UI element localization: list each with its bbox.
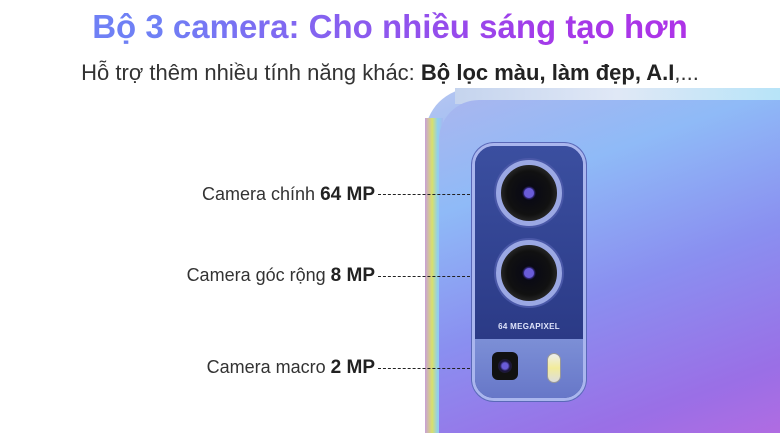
label-value: 64 MP	[320, 184, 375, 205]
main-camera-lens-icon	[496, 160, 562, 226]
label-text: Camera chính	[202, 184, 321, 204]
subtitle-suffix: ,...	[674, 60, 699, 85]
pointer-line	[378, 276, 470, 277]
megapixel-badge: 64 MEGAPIXEL	[498, 322, 560, 331]
label-value: 8 MP	[330, 265, 375, 286]
pointer-line	[378, 368, 470, 369]
headline: Bộ 3 camera: Cho nhiều sáng tạo hơn	[0, 8, 780, 46]
label-text: Camera góc rộng	[186, 265, 331, 285]
label-value: 2 MP	[330, 357, 375, 378]
subtitle-prefix: Hỗ trợ thêm nhiều tính năng khác:	[81, 60, 421, 85]
camera-module: 64 MEGAPIXEL	[472, 143, 586, 401]
subtitle-bold: Bộ lọc màu, làm đẹp, A.I	[420, 60, 675, 85]
macro-camera-lens-icon	[492, 352, 518, 380]
label-macro-camera: Camera macro 2 MP	[207, 357, 375, 379]
label-text: Camera macro	[206, 357, 331, 377]
wide-camera-lens-icon	[496, 240, 562, 306]
flash-icon	[547, 353, 561, 383]
subtitle: Hỗ trợ thêm nhiều tính năng khác: Bộ lọc…	[0, 60, 780, 86]
label-main-camera: Camera chính 64 MP	[202, 184, 375, 206]
pointer-line	[378, 194, 470, 195]
label-wide-camera: Camera góc rộng 8 MP	[187, 265, 375, 287]
